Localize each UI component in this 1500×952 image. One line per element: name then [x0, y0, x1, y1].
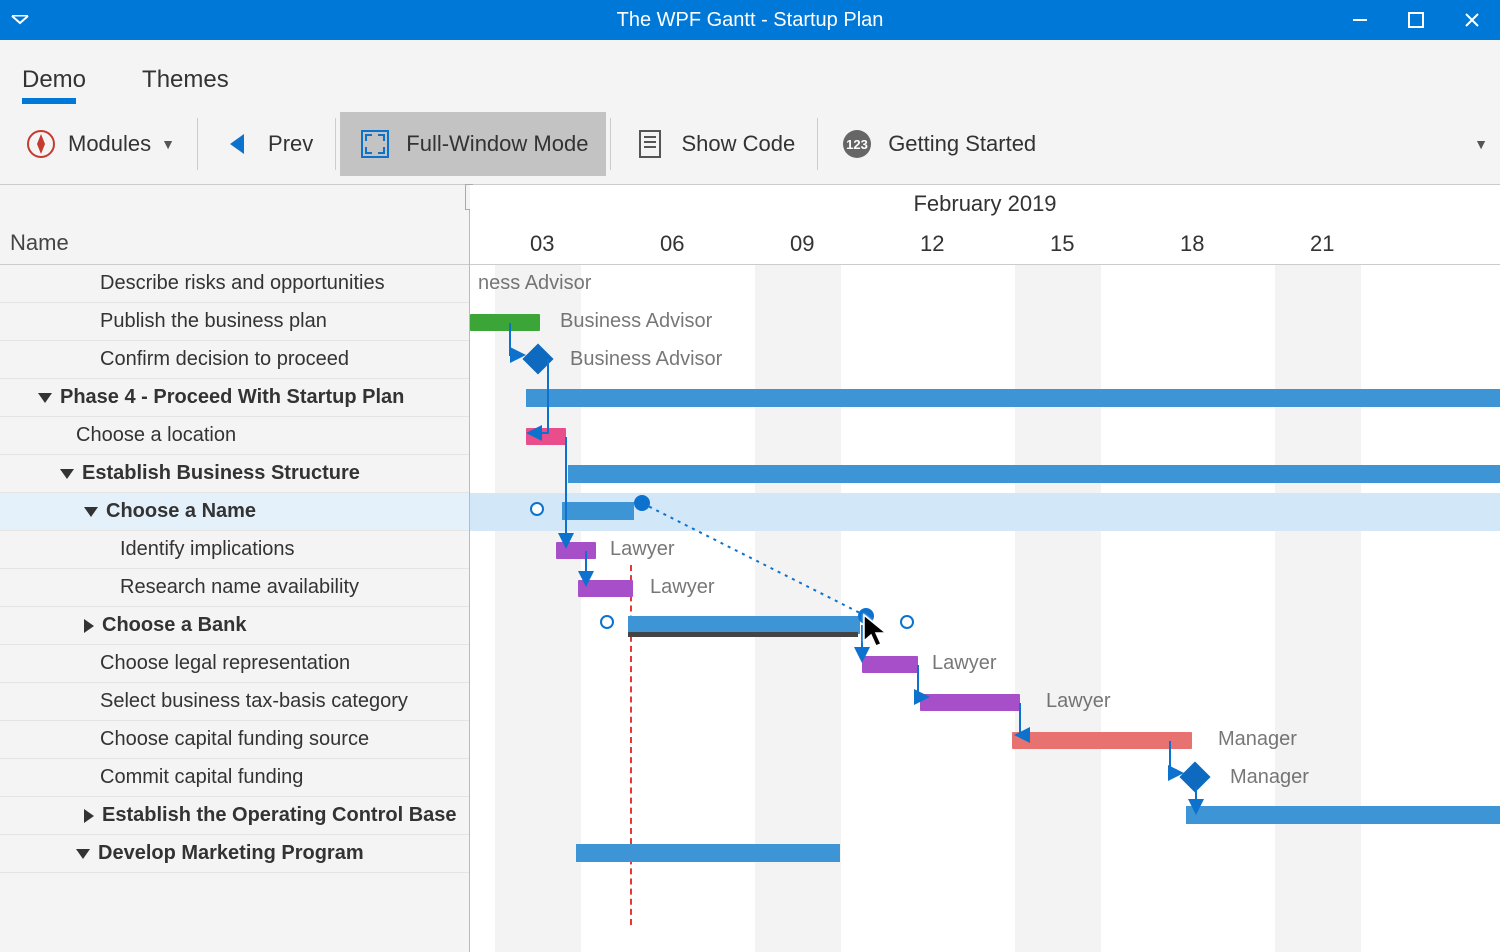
toolbar: Modules ▼ Prev Full-Window Mode Show Cod… — [0, 104, 1500, 184]
content: Name Describe risks and opportunities Pu… — [0, 184, 1500, 952]
task-row[interactable]: Describe risks and opportunities — [0, 265, 469, 303]
prev-button[interactable]: Prev — [202, 112, 331, 176]
expand-icon[interactable] — [84, 619, 94, 633]
task-row[interactable]: Choose a location — [0, 417, 469, 455]
app-menu-button[interactable] — [0, 0, 40, 40]
resource-label: Lawyer — [932, 652, 996, 675]
task-row-summary[interactable]: Establish Business Structure — [0, 455, 469, 493]
fullwindow-label: Full-Window Mode — [406, 131, 588, 157]
drag-handle[interactable] — [900, 615, 914, 629]
task-row[interactable]: Publish the business plan — [0, 303, 469, 341]
compass-icon — [24, 127, 58, 161]
resource-label: Manager — [1218, 728, 1297, 751]
gantt-bar[interactable] — [556, 542, 596, 559]
task-row[interactable]: Confirm decision to proceed — [0, 341, 469, 379]
gantt-bar[interactable] — [920, 694, 1020, 711]
weekend-shade — [1015, 265, 1101, 952]
document-icon — [633, 127, 667, 161]
drag-handle[interactable] — [600, 615, 614, 629]
fullwindow-button[interactable]: Full-Window Mode — [340, 112, 606, 176]
timeline-month: February 2019 — [470, 185, 1500, 225]
chevron-down-icon: ▼ — [161, 136, 175, 152]
resource-label: Lawyer — [650, 576, 714, 599]
gantt-bar[interactable] — [470, 314, 540, 331]
showcode-label: Show Code — [681, 131, 795, 157]
task-row[interactable]: Commit capital funding — [0, 759, 469, 797]
gantt-chart[interactable]: February 2019 03 06 09 12 15 18 21 ness — [470, 185, 1500, 952]
tree-header-name[interactable]: Name — [0, 185, 469, 265]
fullscreen-icon — [358, 127, 392, 161]
collapse-icon[interactable] — [38, 393, 52, 403]
ribbon-tabs: Demo Themes — [0, 40, 1500, 104]
gantt-summary-bar[interactable] — [568, 465, 1500, 483]
getstarted-label: Getting Started — [888, 131, 1036, 157]
prev-label: Prev — [268, 131, 313, 157]
resource-label: Lawyer — [1046, 690, 1110, 713]
task-row[interactable]: Research name availability — [0, 569, 469, 607]
modules-label: Modules — [68, 131, 151, 157]
task-row[interactable]: Identify implications — [0, 531, 469, 569]
timeline-header: February 2019 03 06 09 12 15 18 21 — [470, 185, 1500, 265]
gantt-milestone[interactable] — [1179, 761, 1210, 792]
resource-label: Lawyer — [610, 538, 674, 561]
drag-handle[interactable] — [530, 502, 544, 516]
tab-demo[interactable]: Demo — [22, 66, 86, 104]
collapse-icon[interactable] — [76, 849, 90, 859]
gantt-bar[interactable] — [526, 428, 566, 445]
gantt-summary-bar[interactable] — [576, 844, 840, 862]
drag-target-dot[interactable] — [858, 608, 874, 624]
gantt-bar[interactable] — [862, 656, 918, 673]
task-label-clip: ness Advisor — [478, 272, 591, 295]
resource-label: Manager — [1230, 766, 1309, 789]
weekend-shade — [1275, 265, 1361, 952]
task-row[interactable]: Select business tax-basis category — [0, 683, 469, 721]
showcode-button[interactable]: Show Code — [615, 112, 813, 176]
back-icon — [220, 127, 254, 161]
gantt-summary-bar[interactable] — [628, 616, 860, 634]
chevron-down-icon[interactable]: ▼ — [1474, 136, 1488, 152]
gantt-canvas[interactable]: ness Advisor Business Advisor Business A… — [470, 265, 1500, 952]
timeline-days: 03 06 09 12 15 18 21 — [470, 225, 1500, 265]
collapse-icon[interactable] — [60, 469, 74, 479]
window-title: The WPF Gantt - Startup Plan — [0, 9, 1500, 32]
resource-label: Business Advisor — [560, 310, 712, 333]
resource-label: Business Advisor — [570, 348, 722, 371]
task-row-summary[interactable]: Develop Marketing Program — [0, 835, 469, 873]
gantt-bar[interactable] — [578, 580, 633, 597]
getstarted-button[interactable]: 123 Getting Started — [822, 112, 1054, 176]
task-row-summary[interactable]: Establish the Operating Control Base — [0, 797, 469, 835]
minimize-button[interactable] — [1332, 0, 1388, 40]
task-row-summary[interactable]: Choose a Bank — [0, 607, 469, 645]
getting-started-icon: 123 — [840, 127, 874, 161]
titlebar: The WPF Gantt - Startup Plan — [0, 0, 1500, 40]
drag-origin-dot[interactable] — [634, 495, 650, 511]
maximize-button[interactable] — [1388, 0, 1444, 40]
modules-dropdown[interactable]: Modules ▼ — [6, 112, 193, 176]
expand-icon[interactable] — [84, 809, 94, 823]
gantt-bar[interactable] — [1012, 732, 1192, 749]
gantt-summary-bar[interactable] — [562, 502, 634, 520]
svg-text:123: 123 — [846, 137, 868, 152]
window-controls — [1332, 0, 1500, 40]
gantt-summary-bar[interactable] — [526, 389, 1500, 407]
task-row-summary[interactable]: Phase 4 - Proceed With Startup Plan — [0, 379, 469, 417]
collapse-icon[interactable] — [84, 507, 98, 517]
gantt-summary-bar[interactable] — [1186, 806, 1500, 824]
task-row[interactable]: Choose legal representation — [0, 645, 469, 683]
tab-themes[interactable]: Themes — [142, 66, 229, 104]
task-row-summary[interactable]: Choose a Name — [0, 493, 469, 531]
close-button[interactable] — [1444, 0, 1500, 40]
task-tree: Name Describe risks and opportunities Pu… — [0, 185, 470, 952]
task-row[interactable]: Choose capital funding source — [0, 721, 469, 759]
